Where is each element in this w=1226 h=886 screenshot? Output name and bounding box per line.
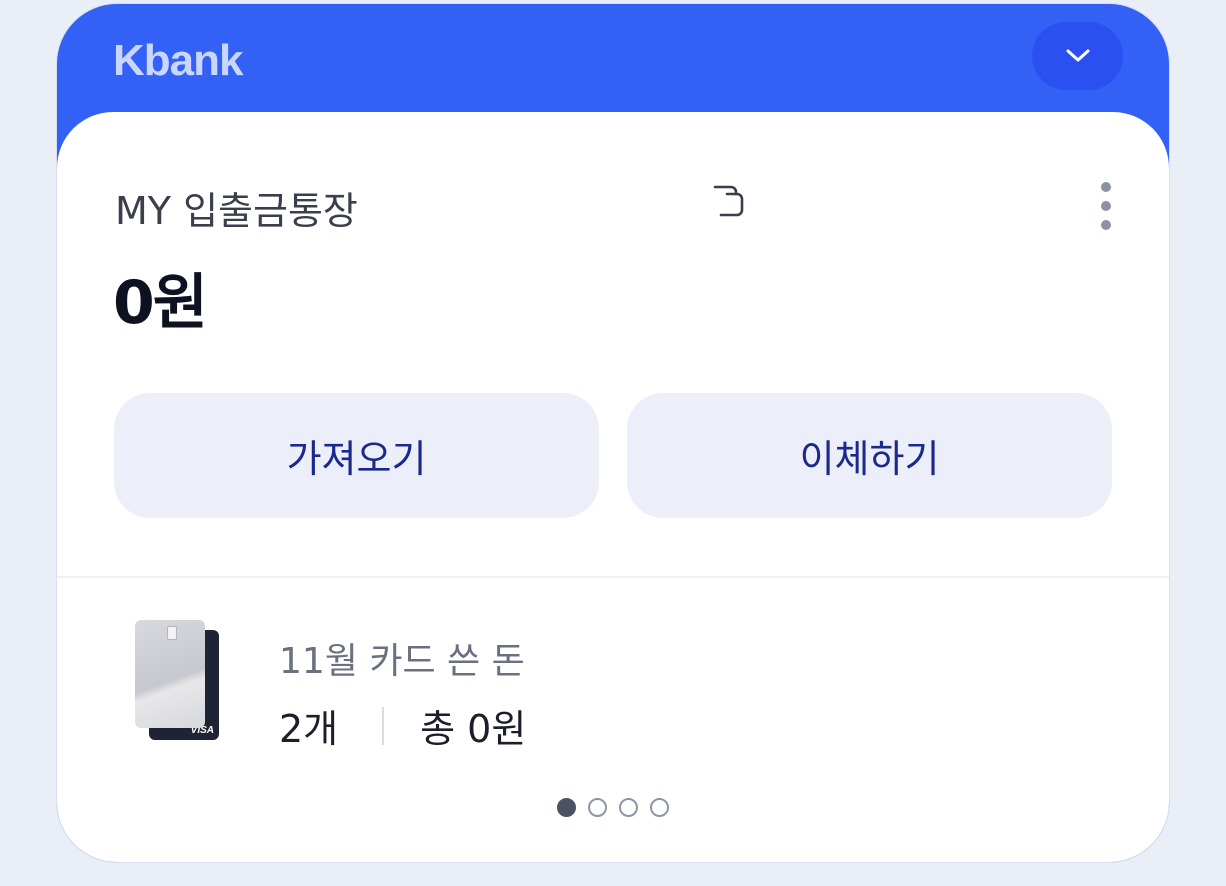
account-panel: MY 입출금통장 0원 가져오기 이체하기 VISA 11월 카드 쓴 돈 2개 xyxy=(57,112,1169,862)
kbank-widget: Kbank MY 입출금통장 0원 가져오기 이체하기 VISA 11월 카드 … xyxy=(57,4,1169,862)
page-dot-1[interactable] xyxy=(557,798,576,817)
more-dot xyxy=(1101,182,1111,192)
expand-toggle-button[interactable] xyxy=(1032,22,1123,90)
account-name[interactable]: MY 입출금통장 xyxy=(115,180,358,235)
more-options-button[interactable] xyxy=(1091,176,1121,236)
more-dot xyxy=(1101,201,1111,211)
copy-icon[interactable] xyxy=(707,182,749,222)
summary-separator xyxy=(382,706,385,745)
card-front xyxy=(135,620,205,728)
more-dot xyxy=(1101,220,1111,230)
widget-header: Kbank xyxy=(57,4,1169,124)
page-dot-4[interactable] xyxy=(650,798,669,817)
page-dot-3[interactable] xyxy=(619,798,638,817)
card-image[interactable]: VISA xyxy=(135,620,221,744)
account-balance: 0원 xyxy=(113,268,208,338)
kbank-logo: Kbank xyxy=(113,36,243,85)
card-spending-summary[interactable]: 2개 총 0원 xyxy=(279,698,526,753)
page-dot-2[interactable] xyxy=(588,798,607,817)
fetch-button[interactable]: 가져오기 xyxy=(114,393,599,518)
page-indicator xyxy=(557,798,669,817)
section-divider xyxy=(57,576,1169,578)
transfer-button[interactable]: 이체하기 xyxy=(627,393,1112,518)
card-count: 2개 xyxy=(279,707,339,751)
card-total: 총 0원 xyxy=(420,707,527,751)
card-spending-title[interactable]: 11월 카드 쓴 돈 xyxy=(279,632,525,684)
chevron-down-icon xyxy=(1066,49,1089,62)
card-chip-icon xyxy=(167,626,177,640)
